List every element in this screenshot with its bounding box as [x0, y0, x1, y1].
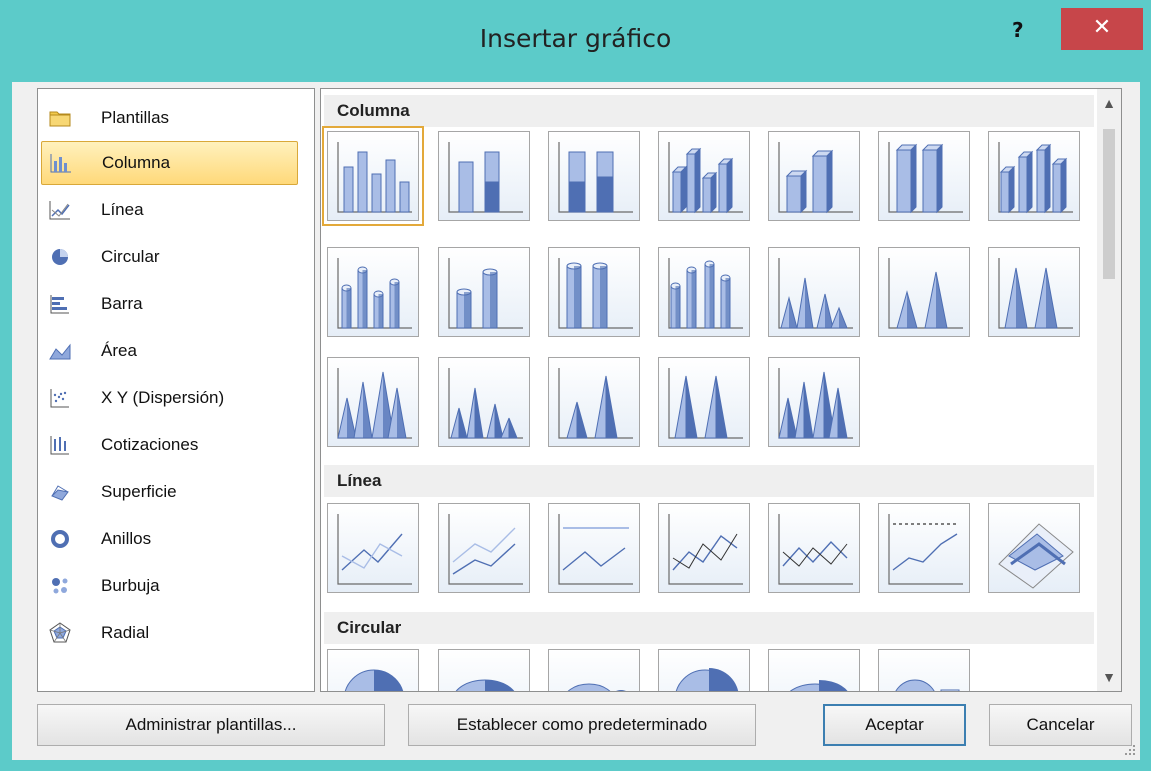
sidebar-item-label: Anillos — [101, 529, 152, 548]
line-subtype-thumbnail[interactable] — [988, 503, 1080, 593]
pie-subtype-thumbnail[interactable] — [548, 649, 640, 691]
ok-button[interactable]: Aceptar — [823, 704, 966, 746]
sidebar-item-label: Circular — [101, 247, 160, 266]
bubble-chart-icon — [49, 575, 71, 597]
dialog-body: Plantillas Columna Línea Circular Barra — [12, 82, 1140, 760]
sidebar-item-circular[interactable]: Circular — [41, 236, 296, 278]
section-header-columna: Columna — [324, 95, 1094, 127]
title-bar: Insertar gráfico ? ✕ — [0, 0, 1151, 82]
column-subtype-thumbnail[interactable] — [327, 357, 419, 447]
close-button[interactable]: ✕ — [1061, 8, 1143, 50]
pie-subtype-thumbnail[interactable] — [327, 649, 419, 691]
sidebar-item-burbuja[interactable]: Burbuja — [41, 565, 296, 607]
column-subtype-thumbnail[interactable] — [548, 131, 640, 221]
sidebar-item-label: Plantillas — [101, 108, 170, 127]
sidebar-item-cotizaciones[interactable]: Cotizaciones — [41, 424, 296, 466]
sidebar-item-label: Burbuja — [101, 576, 160, 595]
folder-icon — [49, 107, 71, 129]
help-button[interactable]: ? — [1012, 18, 1024, 42]
bar-chart-icon — [49, 293, 71, 315]
sidebar-item-label: Línea — [101, 200, 144, 219]
sidebar-item-linea[interactable]: Línea — [41, 189, 296, 231]
sidebar-item-plantillas[interactable]: Plantillas — [41, 97, 296, 139]
column-subtype-thumbnail[interactable] — [768, 247, 860, 337]
scrollbar-thumb[interactable] — [1103, 129, 1115, 279]
cancel-button[interactable]: Cancelar — [989, 704, 1132, 746]
column-subtype-thumbnail[interactable] — [438, 247, 530, 337]
column-subtype-thumbnail[interactable] — [768, 131, 860, 221]
stock-chart-icon — [49, 434, 71, 456]
line-subtype-thumbnail[interactable] — [548, 503, 640, 593]
column-chart-icon — [50, 152, 72, 174]
section-header-circular: Circular — [324, 612, 1094, 644]
area-chart-icon — [49, 340, 71, 362]
sidebar-item-radial[interactable]: Radial — [41, 612, 296, 654]
column-subtype-thumbnail[interactable] — [658, 131, 750, 221]
sidebar-item-barra[interactable]: Barra — [41, 283, 296, 325]
radar-chart-icon — [49, 622, 71, 644]
sidebar-item-columna[interactable]: Columna — [41, 141, 298, 185]
resize-grip-icon[interactable] — [1124, 744, 1136, 756]
set-default-button[interactable]: Establecer como predeterminado — [408, 704, 756, 746]
column-subtype-thumbnail[interactable] — [768, 357, 860, 447]
column-subtype-thumbnail[interactable] — [322, 126, 424, 226]
sidebar-item-label: Cotizaciones — [101, 435, 199, 454]
column-subtype-thumbnail[interactable] — [438, 131, 530, 221]
line-subtype-thumbnail[interactable] — [438, 503, 530, 593]
column-subtype-thumbnail[interactable] — [327, 247, 419, 337]
vertical-scrollbar[interactable]: ▲ ▼ — [1097, 89, 1121, 691]
scroll-down-icon[interactable]: ▼ — [1097, 669, 1121, 685]
column-subtype-thumbnail[interactable] — [548, 247, 640, 337]
column-subtype-thumbnail[interactable] — [438, 357, 530, 447]
manage-templates-button[interactable]: Administrar plantillas... — [37, 704, 385, 746]
column-subtype-thumbnail[interactable] — [878, 247, 970, 337]
column-subtype-thumbnail[interactable] — [988, 247, 1080, 337]
section-header-linea: Línea — [324, 465, 1094, 497]
scroll-up-icon[interactable]: ▲ — [1097, 95, 1121, 111]
pie-subtype-thumbnail[interactable] — [658, 649, 750, 691]
sidebar-item-label: Barra — [101, 294, 143, 313]
column-subtype-thumbnail[interactable] — [988, 131, 1080, 221]
chart-type-list: Plantillas Columna Línea Circular Barra — [37, 88, 315, 692]
line-subtype-thumbnail[interactable] — [327, 503, 419, 593]
chart-subtype-gallery: Columna Línea Circular ▲ ▼ — [320, 88, 1122, 692]
scatter-chart-icon — [49, 387, 71, 409]
column-subtype-thumbnail[interactable] — [878, 131, 970, 221]
sidebar-item-area[interactable]: Área — [41, 330, 296, 372]
sidebar-item-anillos[interactable]: Anillos — [41, 518, 296, 560]
sidebar-item-label: Radial — [101, 623, 150, 642]
sidebar-item-label: Superficie — [101, 482, 177, 501]
line-subtype-thumbnail[interactable] — [878, 503, 970, 593]
sidebar-item-label: X Y (Dispersión) — [101, 388, 225, 407]
line-subtype-thumbnail[interactable] — [658, 503, 750, 593]
line-subtype-thumbnail[interactable] — [768, 503, 860, 593]
column-subtype-thumbnail[interactable] — [548, 357, 640, 447]
sidebar-item-superficie[interactable]: Superficie — [41, 471, 296, 513]
column-subtype-thumbnail[interactable] — [658, 357, 750, 447]
doughnut-chart-icon — [49, 528, 71, 550]
line-chart-icon — [49, 199, 71, 221]
sidebar-item-dispersion[interactable]: X Y (Dispersión) — [41, 377, 296, 419]
surface-chart-icon — [49, 481, 71, 503]
sidebar-item-label: Área — [101, 341, 137, 360]
sidebar-item-label: Columna — [102, 153, 171, 172]
column-subtype-thumbnail[interactable] — [658, 247, 750, 337]
pie-chart-icon — [49, 246, 71, 268]
pie-subtype-thumbnail[interactable] — [438, 649, 530, 691]
pie-subtype-thumbnail[interactable] — [878, 649, 970, 691]
pie-subtype-thumbnail[interactable] — [768, 649, 860, 691]
dialog-title: Insertar gráfico — [479, 24, 672, 53]
